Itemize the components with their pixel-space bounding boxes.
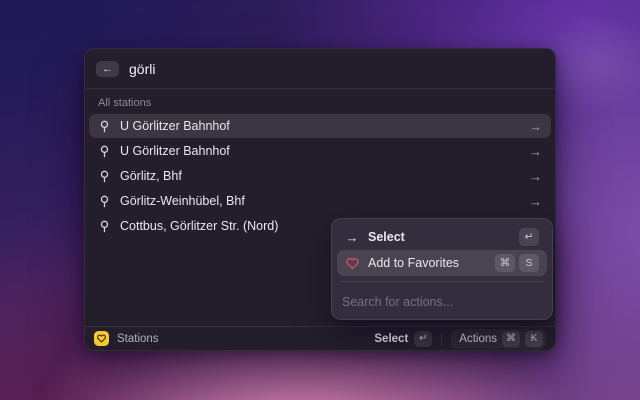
actions-menu-button[interactable]: Actions ⌘ K [451, 329, 546, 349]
arrow-right-icon: → [345, 230, 359, 245]
action-item-select[interactable]: → Select ↵ [337, 224, 547, 250]
arrow-right-icon: → [529, 145, 542, 158]
heart-icon [345, 257, 359, 270]
location-pin-icon [98, 144, 111, 159]
actions-popover: → Select ↵ Add to Favorites ⌘ S [331, 218, 553, 320]
s-key-badge: S [519, 254, 539, 272]
action-label: Select [368, 230, 405, 244]
footer-bar: Stations Select ↵ Actions ⌘ K [85, 326, 555, 350]
arrow-left-icon: ← [102, 63, 113, 75]
actions-hint-label: Actions [459, 333, 497, 345]
arrow-right-icon: → [529, 195, 542, 208]
section-header: All stations [98, 97, 542, 109]
command-key-badge: ⌘ [495, 254, 515, 272]
stations-app-icon [94, 331, 109, 346]
location-pin-icon [98, 219, 111, 234]
return-key-badge: ↵ [519, 228, 539, 246]
app-name-label: Stations [117, 333, 159, 345]
arrow-right-icon: → [529, 170, 542, 183]
footer-divider [441, 333, 442, 345]
location-pin-icon [98, 119, 111, 134]
search-input[interactable] [129, 61, 544, 77]
desktop-wallpaper: ← All stations U Görlitzer Bahnhof → U G… [0, 0, 640, 400]
station-name: U Görlitzer Bahnhof [120, 119, 230, 133]
station-name: Cottbus, Görlitzer Str. (Nord) [120, 219, 278, 233]
footer-actions: Select ↵ Actions ⌘ K [374, 329, 546, 349]
k-key-badge: K [525, 331, 543, 347]
location-pin-icon [98, 194, 111, 209]
back-button[interactable]: ← [96, 61, 119, 77]
arrow-right-icon: → [529, 120, 542, 133]
action-item-add-to-favorites[interactable]: Add to Favorites ⌘ S [337, 250, 547, 276]
search-bar: ← [85, 49, 555, 89]
station-row[interactable]: Görlitz, Bhf → [89, 164, 551, 188]
station-row[interactable]: Görlitz-Weinhübel, Bhf → [89, 189, 551, 213]
menu-divider [340, 281, 544, 282]
launcher-window: ← All stations U Görlitzer Bahnhof → U G… [84, 48, 556, 351]
select-hint-label[interactable]: Select [374, 333, 408, 345]
action-label: Add to Favorites [368, 256, 459, 270]
station-row[interactable]: U Görlitzer Bahnhof → [89, 114, 551, 138]
command-key-badge: ⌘ [502, 331, 520, 347]
station-name: U Görlitzer Bahnhof [120, 144, 230, 158]
return-key-badge: ↵ [414, 331, 432, 347]
location-pin-icon [98, 169, 111, 184]
station-name: Görlitz, Bhf [120, 169, 182, 183]
actions-search-input[interactable] [337, 287, 547, 314]
station-row[interactable]: U Görlitzer Bahnhof → [89, 139, 551, 163]
station-name: Görlitz-Weinhübel, Bhf [120, 194, 245, 208]
